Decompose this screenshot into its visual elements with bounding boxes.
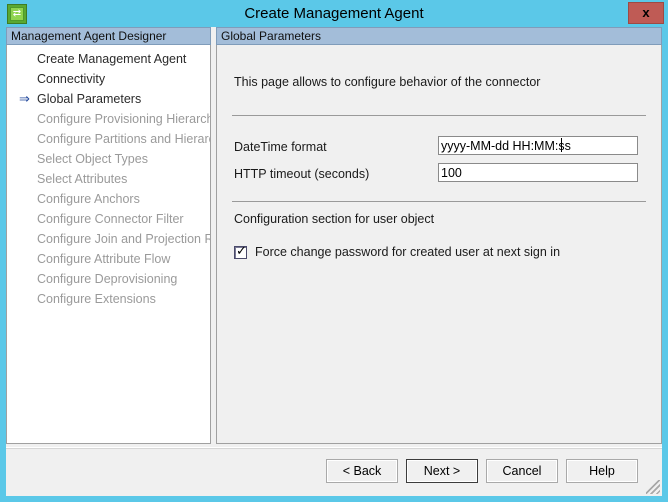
- step-arrow-icon: [19, 229, 33, 249]
- sidebar-item-configure-connector-filter: Configure Connector Filter: [7, 209, 210, 229]
- sidebar-header: Management Agent Designer: [6, 27, 211, 45]
- step-arrow-icon: [19, 129, 33, 149]
- sidebar-item-label: Configure Extensions: [37, 292, 156, 306]
- text-caret: [561, 138, 562, 152]
- sidebar-item-configure-extensions: Configure Extensions: [7, 289, 210, 309]
- sidebar-item-label: Configure Connector Filter: [37, 212, 184, 226]
- user-object-section-title: Configuration section for user object: [234, 212, 434, 226]
- help-button[interactable]: Help: [566, 459, 638, 483]
- client-area: Management Agent Designer Create Managem…: [6, 27, 662, 496]
- force-change-password-checkbox-row[interactable]: ✓ Force change password for created user…: [234, 244, 560, 260]
- cancel-button[interactable]: Cancel: [486, 459, 558, 483]
- sidebar-item-configure-partitions-and-hierarchies: Configure Partitions and Hierarchies: [7, 129, 210, 149]
- sidebar-item-configure-provisioning-hierarchy: Configure Provisioning Hierarchy: [7, 109, 210, 129]
- main-panel: Global Parameters This page allows to co…: [216, 27, 662, 444]
- sidebar-item-label: Configure Anchors: [37, 192, 140, 206]
- back-button[interactable]: < Back: [326, 459, 398, 483]
- step-arrow-icon: [19, 49, 33, 69]
- sidebar-item-select-attributes: Select Attributes: [7, 169, 210, 189]
- window-title: Create Management Agent: [0, 0, 668, 27]
- dialog-window: ⇄ Create Management Agent x Management A…: [0, 0, 668, 502]
- checkmark-icon: ✓: [236, 245, 247, 259]
- step-arrow-icon: [19, 289, 33, 309]
- sidebar-item-label: Configure Attribute Flow: [37, 252, 170, 266]
- sidebar-item-label: Global Parameters: [37, 92, 141, 106]
- sidebar-item-label: Configure Deprovisioning: [37, 272, 177, 286]
- sidebar-item-configure-deprovisioning: Configure Deprovisioning: [7, 269, 210, 289]
- close-button[interactable]: x: [628, 2, 664, 24]
- sidebar-item-label: Configure Partitions and Hierarchies: [37, 132, 211, 146]
- divider-middle: [232, 201, 646, 202]
- main-panel-body: This page allows to configure behavior o…: [216, 45, 662, 444]
- step-arrow-icon: [19, 109, 33, 129]
- datetime-format-label: DateTime format: [234, 140, 327, 154]
- sidebar-item-connectivity[interactable]: Connectivity: [7, 69, 210, 89]
- datetime-format-input[interactable]: [438, 136, 638, 155]
- page-description: This page allows to configure behavior o…: [234, 75, 540, 89]
- sidebar: Management Agent Designer Create Managem…: [6, 27, 211, 444]
- step-arrow-icon: [19, 189, 33, 209]
- step-arrow-icon: [19, 149, 33, 169]
- divider-top: [232, 115, 646, 116]
- step-arrow-icon: [19, 249, 33, 269]
- sidebar-item-configure-join-and-projection-rules: Configure Join and Projection Rules: [7, 229, 210, 249]
- sidebar-step-list[interactable]: Create Management Agent Connectivity ⇒ G…: [6, 45, 211, 444]
- checkbox-icon[interactable]: ✓: [234, 246, 247, 259]
- force-change-password-label: Force change password for created user a…: [255, 245, 560, 259]
- footer-button-bar: < Back Next > Cancel Help: [6, 449, 662, 496]
- sidebar-item-label: Configure Provisioning Hierarchy: [37, 112, 211, 126]
- http-timeout-label: HTTP timeout (seconds): [234, 167, 369, 181]
- resize-grip[interactable]: [646, 480, 660, 494]
- main-panel-header: Global Parameters: [216, 27, 662, 45]
- step-arrow-icon: [19, 69, 33, 89]
- sidebar-item-label: Connectivity: [37, 72, 105, 86]
- sidebar-item-label: Select Attributes: [37, 172, 127, 186]
- sidebar-item-configure-attribute-flow: Configure Attribute Flow: [7, 249, 210, 269]
- sidebar-item-label: Create Management Agent: [37, 52, 186, 66]
- sidebar-item-configure-anchors: Configure Anchors: [7, 189, 210, 209]
- sidebar-item-create-management-agent[interactable]: Create Management Agent: [7, 49, 210, 69]
- current-step-arrow-icon: ⇒: [19, 89, 33, 109]
- sidebar-item-label: Select Object Types: [37, 152, 148, 166]
- http-timeout-input[interactable]: [438, 163, 638, 182]
- step-arrow-icon: [19, 269, 33, 289]
- title-bar[interactable]: ⇄ Create Management Agent x: [0, 0, 668, 27]
- sidebar-item-global-parameters[interactable]: ⇒ Global Parameters: [7, 89, 210, 109]
- step-arrow-icon: [19, 169, 33, 189]
- sidebar-item-select-object-types: Select Object Types: [7, 149, 210, 169]
- step-arrow-icon: [19, 209, 33, 229]
- next-button[interactable]: Next >: [406, 459, 478, 483]
- sidebar-item-label: Configure Join and Projection Rules: [37, 232, 211, 246]
